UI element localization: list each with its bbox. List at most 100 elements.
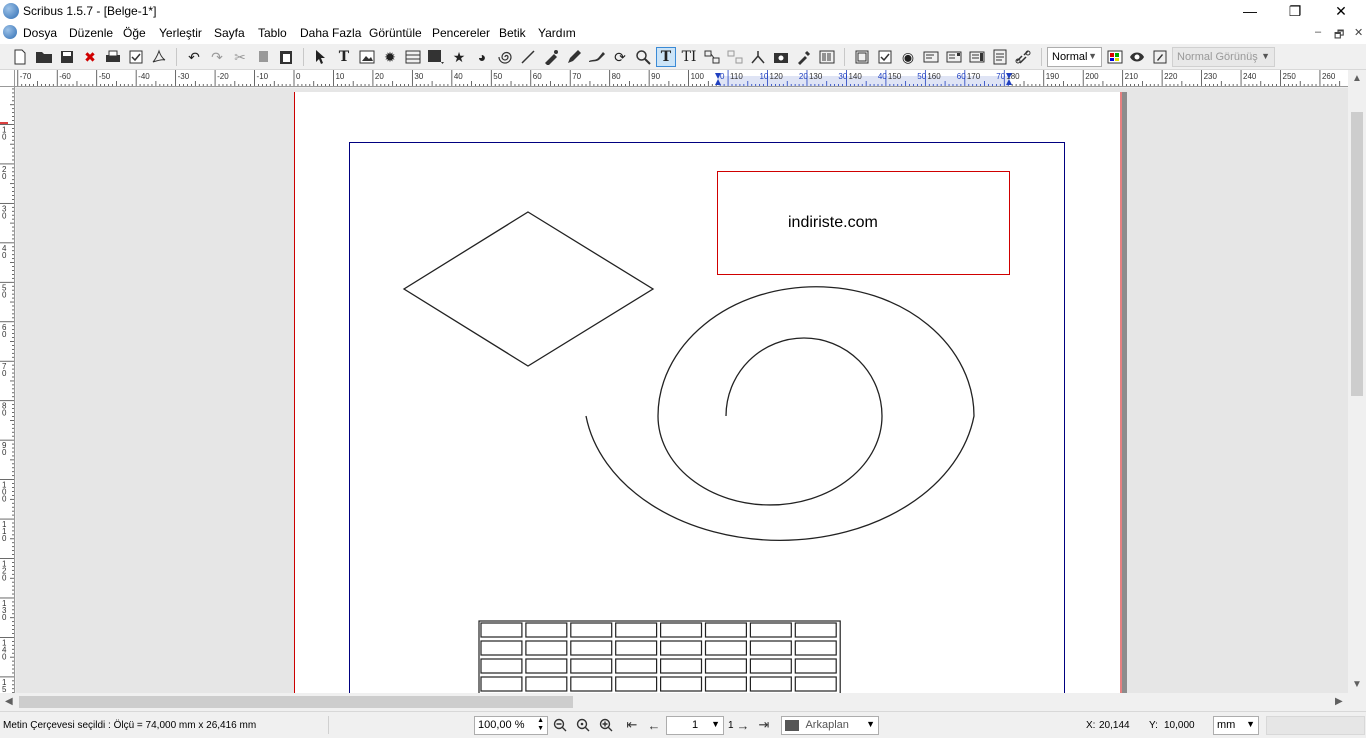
maximize-button[interactable]: ❐ — [1272, 0, 1318, 22]
previous-page-icon[interactable]: ← — [646, 717, 662, 733]
save-icon[interactable] — [57, 47, 77, 67]
redo-icon[interactable]: ↷ — [207, 47, 227, 67]
table-cell[interactable] — [794, 658, 837, 674]
barcode-icon[interactable] — [817, 47, 837, 67]
menu-yerlestir[interactable]: Yerleştir — [159, 26, 202, 40]
menu-goruntule[interactable]: Görüntüle — [369, 26, 422, 40]
menu-dosya[interactable]: Dosya — [23, 26, 57, 40]
zoom-input[interactable]: 100,00 % ▲ ▼ — [474, 716, 548, 735]
pdf-radio-button-icon[interactable]: ◉ — [898, 47, 918, 67]
document-canvas[interactable]: indiriste.com — [16, 88, 1348, 693]
link-frames-icon[interactable] — [702, 47, 722, 67]
table-cell[interactable] — [480, 658, 523, 674]
table-cell[interactable] — [749, 658, 792, 674]
table-cell[interactable] — [794, 676, 837, 692]
arc-icon[interactable]: ◕ — [472, 47, 492, 67]
table-cell[interactable] — [794, 640, 837, 656]
table-cell[interactable] — [480, 640, 523, 656]
table-cell[interactable] — [615, 658, 658, 674]
spiral-icon[interactable] — [495, 47, 515, 67]
page[interactable]: indiriste.com — [294, 92, 1122, 693]
spin-arrows-icon[interactable]: ▲ ▼ — [537, 717, 544, 733]
horizontal-scroll-thumb[interactable] — [19, 696, 573, 708]
vertical-scroll-thumb[interactable] — [1351, 112, 1363, 396]
zoom-in-icon[interactable] — [598, 717, 614, 733]
image-frame-icon[interactable] — [357, 47, 377, 67]
menu-betik[interactable]: Betik — [499, 26, 526, 40]
view-mode-select[interactable]: Normal ▼ — [1047, 47, 1102, 67]
pdf-checkbox-icon[interactable] — [875, 47, 895, 67]
calligraphic-line-icon[interactable] — [587, 47, 607, 67]
freehand-pencil-icon[interactable] — [564, 47, 584, 67]
text-annotation-icon[interactable] — [990, 47, 1010, 67]
vertical-ruler[interactable]: 10 20 30 40 50 60 70 80 90 100 110 120 130 140 15 — [0, 87, 15, 693]
undo-icon[interactable]: ↶ — [184, 47, 204, 67]
link-annotation-icon[interactable] — [1013, 47, 1033, 67]
last-page-icon[interactable]: ⇥ — [756, 717, 772, 733]
table-cell[interactable] — [525, 658, 568, 674]
table-cell[interactable] — [704, 658, 748, 674]
eyedropper-icon[interactable] — [794, 47, 814, 67]
measurements-icon[interactable] — [748, 47, 768, 67]
select-arrow-icon[interactable] — [310, 47, 330, 67]
render-frame-icon[interactable]: ✹ — [380, 47, 400, 67]
zoom-out-icon[interactable] — [552, 717, 568, 733]
first-page-icon[interactable]: ⇤ — [624, 717, 640, 733]
ruler-corner[interactable] — [0, 70, 15, 87]
rotate-icon[interactable]: ⟳ — [610, 47, 630, 67]
next-page-icon[interactable]: → — [735, 717, 751, 733]
horizontal-ruler[interactable]: -70 -60 -50 -40 -30 -20 -10 0 10 20 30 40 50 60 70 80 90… — [15, 70, 1348, 87]
minimize-button[interactable]: — — [1227, 0, 1273, 22]
unlink-frames-icon[interactable] — [725, 47, 745, 67]
mdi-restore-button[interactable]: 🗗 — [1334, 26, 1344, 45]
page-number-select[interactable]: 1 ▼ — [666, 716, 724, 735]
close-button[interactable]: ✕ — [1318, 0, 1364, 22]
table-cell[interactable] — [570, 676, 613, 692]
edit-mode-icon[interactable] — [1150, 47, 1170, 67]
menu-duzenle[interactable]: Düzenle — [69, 26, 113, 40]
layer-select[interactable]: Arkaplan ▼ — [781, 716, 879, 735]
preview-mode-select[interactable]: Normal Görünüş ▼ — [1172, 47, 1275, 67]
shape-icon[interactable] — [426, 47, 446, 67]
bezier-curve-icon[interactable] — [541, 47, 561, 67]
unit-select[interactable]: mm ▼ — [1213, 716, 1259, 735]
table-cell[interactable] — [749, 640, 792, 656]
zoom-100-icon[interactable] — [575, 717, 591, 733]
mdi-close-button[interactable]: ✕ — [1354, 26, 1363, 39]
table-cell[interactable] — [570, 658, 613, 674]
menu-yardim[interactable]: Yardım — [538, 26, 576, 40]
table-cell[interactable] — [570, 622, 613, 638]
table-cell[interactable] — [570, 640, 613, 656]
table-cell[interactable] — [794, 622, 837, 638]
table-cell[interactable] — [480, 622, 523, 638]
zoom-magnifier-icon[interactable] — [633, 47, 653, 67]
scroll-up-icon[interactable]: ▲ — [1352, 73, 1362, 84]
pdf-text-field-icon[interactable] — [921, 47, 941, 67]
story-editor-icon[interactable]: TI — [679, 47, 699, 67]
print-icon[interactable] — [103, 47, 123, 67]
polygon-star-icon[interactable]: ★ — [449, 47, 469, 67]
mdi-minimize-button[interactable]: – — [1315, 26, 1321, 38]
table-cell[interactable] — [615, 640, 658, 656]
table-cell[interactable] — [749, 622, 792, 638]
horizontal-scrollbar[interactable]: ◀ ▶ — [0, 693, 1348, 711]
cut-icon[interactable]: ✂ — [230, 47, 250, 67]
preview-eye-icon[interactable] — [1127, 47, 1147, 67]
menu-oge[interactable]: Öğe — [123, 26, 146, 40]
table-cell[interactable] — [749, 676, 792, 692]
line-icon[interactable] — [518, 47, 538, 67]
table-cell[interactable] — [525, 676, 568, 692]
table-cell[interactable] — [660, 640, 703, 656]
document-icon[interactable] — [3, 25, 17, 39]
pdf-push-button-icon[interactable] — [852, 47, 872, 67]
table-cell[interactable] — [660, 622, 703, 638]
table-cell[interactable] — [525, 622, 568, 638]
table-cell[interactable] — [480, 676, 523, 692]
edit-text-icon[interactable]: T — [656, 47, 676, 67]
menu-daha-fazla[interactable]: Daha Fazla — [300, 26, 361, 40]
color-management-icon[interactable] — [1105, 47, 1125, 67]
pdf-combo-box-icon[interactable] — [944, 47, 964, 67]
menu-sayfa[interactable]: Sayfa — [214, 26, 245, 40]
paste-icon[interactable] — [276, 47, 296, 67]
open-folder-icon[interactable] — [34, 47, 54, 67]
